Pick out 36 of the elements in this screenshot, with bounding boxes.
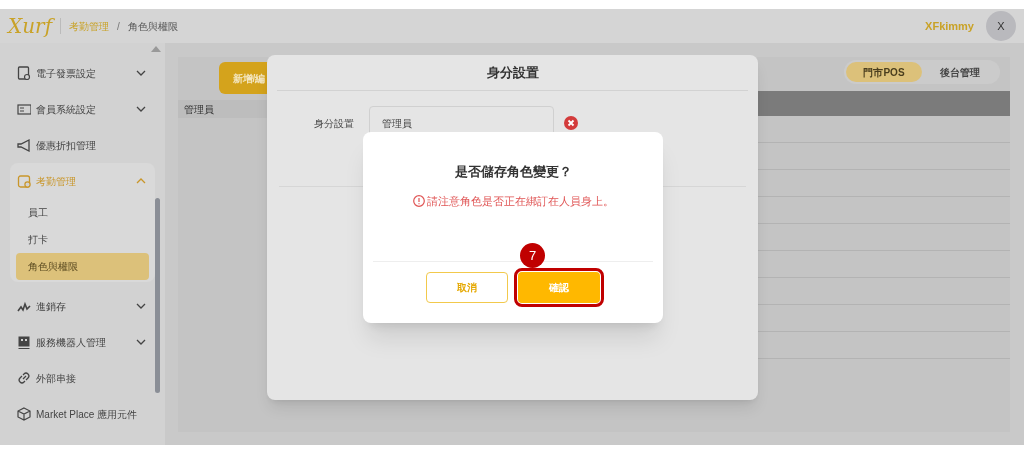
warning-icon xyxy=(412,195,425,208)
clear-icon[interactable] xyxy=(564,116,578,130)
scrollbar-thumb[interactable] xyxy=(155,198,160,393)
document-icon xyxy=(17,66,31,80)
chevron-down-icon xyxy=(136,339,146,345)
menu-item[interactable]: Market Place 應用元件 xyxy=(0,396,165,432)
submenu-item[interactable]: 角色與權限 xyxy=(16,253,149,280)
dialog-title: 是否儲存角色變更？ xyxy=(454,163,572,181)
menu-item[interactable]: 會員系統設定 xyxy=(0,91,165,127)
menu-item[interactable]: 進銷存 xyxy=(0,288,165,324)
chevron-down-icon xyxy=(136,70,146,76)
calendar-icon xyxy=(17,174,31,188)
submenu-item[interactable]: 員工 xyxy=(16,199,149,226)
menu-item[interactable]: 優惠折扣管理 xyxy=(0,127,165,163)
robot-icon xyxy=(17,335,31,349)
mode-tab[interactable]: 門市POS xyxy=(846,62,922,82)
menu-item[interactable]: 服務機器人管理 xyxy=(0,324,165,360)
field-label: 身分設置 xyxy=(313,116,354,131)
submenu-item[interactable]: 打卡 xyxy=(16,226,149,253)
breadcrumb-separator: / xyxy=(117,19,120,34)
warning-message: 請注意角色是否正在綁訂在人員身上。 xyxy=(426,193,614,209)
cube-icon xyxy=(17,407,31,421)
chevron-down-icon xyxy=(136,106,146,112)
avatar[interactable]: X xyxy=(986,11,1016,41)
menu-item[interactable]: 外部串接 xyxy=(0,360,165,396)
megaphone-icon xyxy=(17,138,31,152)
dialog-title: 身分設置 xyxy=(486,63,539,82)
step-badge: 7 xyxy=(520,243,545,269)
chevron-down-icon xyxy=(136,303,146,309)
link-icon xyxy=(17,371,31,385)
scroll-up-icon[interactable] xyxy=(151,46,161,52)
role-list-item[interactable]: 管理員 xyxy=(178,100,268,118)
id-card-icon xyxy=(17,102,31,116)
mode-tab[interactable]: 後台管理 xyxy=(922,62,998,82)
chevron-up-icon xyxy=(136,178,146,184)
menu-item[interactable]: 電子發票設定 xyxy=(0,55,165,91)
